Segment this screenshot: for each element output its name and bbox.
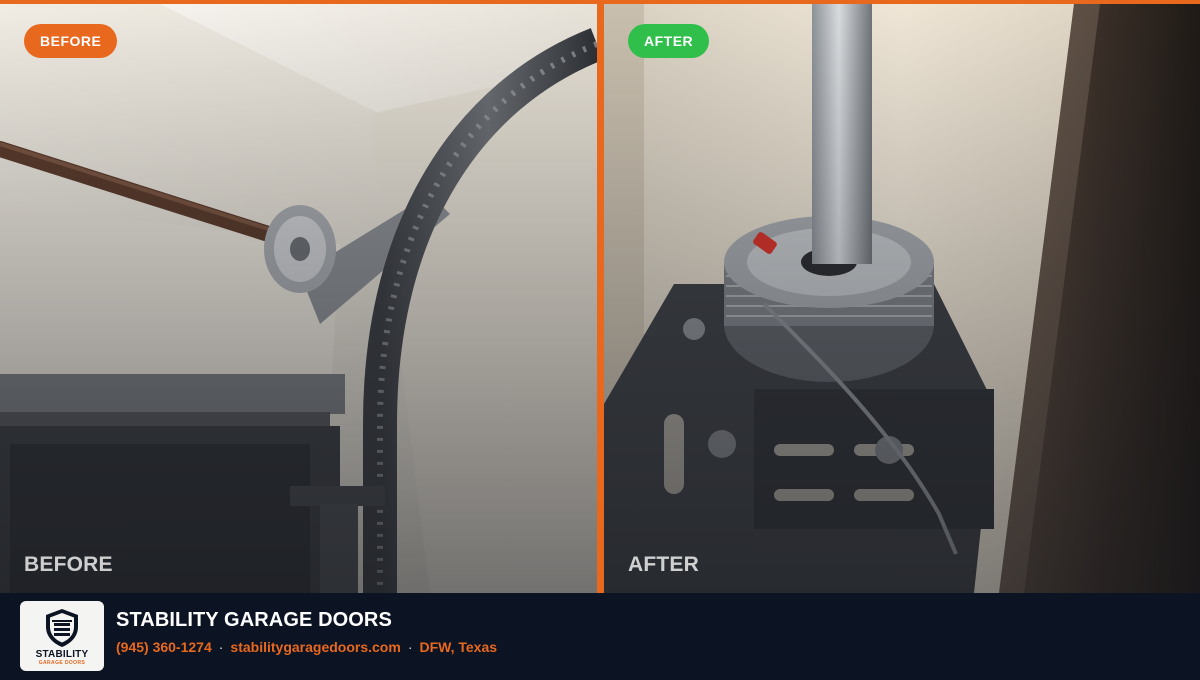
contact-line: (945) 360-1274 · stabilitygaragedoors.com ·…: [116, 639, 497, 655]
footer: STABILITY GARAGE DOORS STABILITY GARAGE …: [0, 593, 1200, 680]
logo-tagline: GARAGE DOORS: [38, 660, 86, 666]
after-badge: AFTER: [628, 24, 710, 58]
before-badge: BEFORE: [24, 24, 118, 58]
separator: ·: [218, 639, 224, 655]
phone-link[interactable]: (945) 360-1274: [116, 639, 212, 655]
company-name: STABILITY GARAGE DOORS: [116, 609, 392, 631]
before-photo: BEFORE BEFORE: [0, 4, 597, 593]
separator: ·: [407, 639, 413, 655]
after-photo: AFTER AFTER: [604, 4, 1200, 593]
before-photo-illustration: [0, 4, 597, 593]
location: DFW, Texas: [419, 639, 498, 655]
after-photo-illustration: [604, 4, 1200, 593]
before-caption: BEFORE: [24, 553, 113, 576]
shield-icon: [46, 609, 78, 647]
company-logo: STABILITY GARAGE DOORS: [20, 601, 104, 671]
logo-name: STABILITY: [35, 649, 89, 660]
website-link[interactable]: stabilitygaragedoors.com: [230, 639, 400, 655]
before-after-comparison: BEFORE BEFORE AFTER AFTER: [0, 4, 1200, 593]
after-caption: AFTER: [628, 553, 699, 576]
